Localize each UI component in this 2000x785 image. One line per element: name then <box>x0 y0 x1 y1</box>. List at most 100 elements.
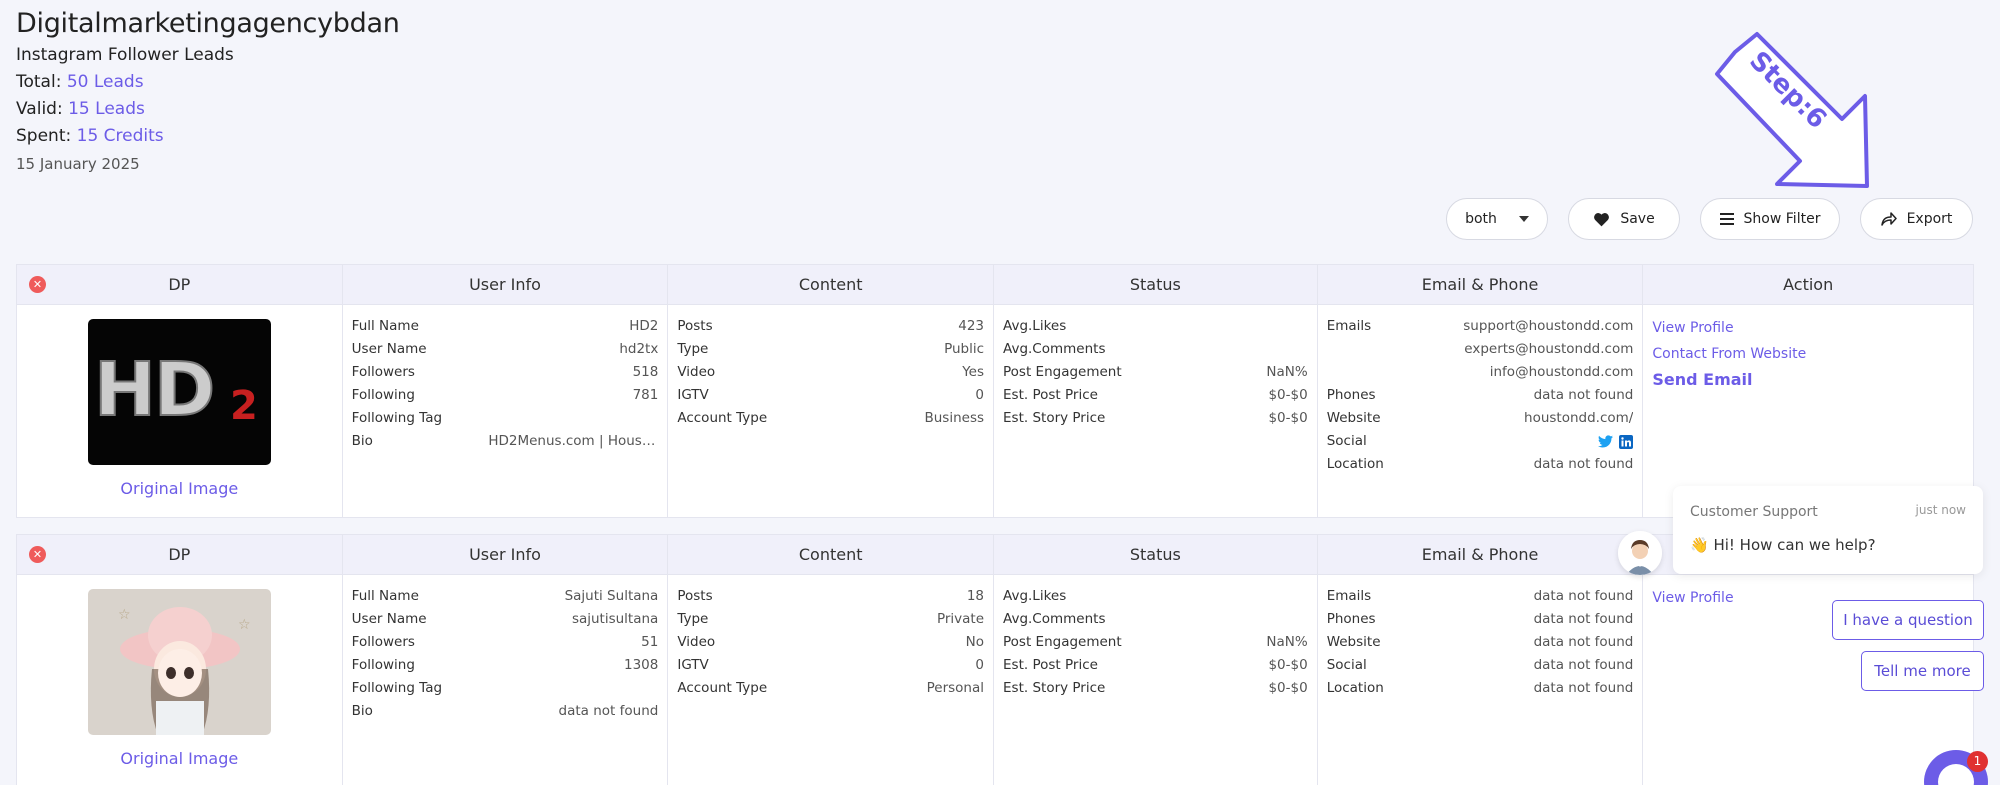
col-user-info: User Info <box>343 535 669 574</box>
leads-date: 15 January 2025 <box>16 155 140 173</box>
profile-picture: HD 2 <box>87 319 271 465</box>
col-dp-label: DP <box>168 545 191 564</box>
post-engagement-value: NaN% <box>1266 364 1308 380</box>
post-engagement-value: NaN% <box>1266 634 1308 650</box>
est-post-price-value: $0-$0 <box>1268 657 1308 673</box>
post-engagement-label: Post Engagement <box>1003 634 1122 650</box>
following-tag-label: Following Tag <box>351 410 443 426</box>
chat-agent-name: Customer Support <box>1690 504 1818 520</box>
avg-comments-label: Avg.Comments <box>1003 341 1106 357</box>
lead-card: ✕ DP User Info Content Status Email & Pho… <box>16 264 1974 518</box>
col-email-phone: Email & Phone <box>1318 265 1644 304</box>
phones-value: data not found <box>1533 611 1634 627</box>
twitter-icon[interactable] <box>1598 435 1614 448</box>
bio-label: Bio <box>351 433 373 449</box>
save-button[interactable]: Save <box>1568 198 1680 240</box>
remove-icon[interactable]: ✕ <box>29 276 46 293</box>
email-phone-cell: Emails support@houstondd.com experts@hous… <box>1318 305 1644 517</box>
following-tag-label: Following Tag <box>351 680 443 696</box>
emails-label: Emails <box>1326 588 1372 604</box>
followers-label: Followers <box>351 364 415 380</box>
social-links <box>1598 430 1634 453</box>
export-label: Export <box>1906 211 1953 227</box>
share-arrow-icon <box>1880 212 1897 226</box>
bio-value: data not found <box>558 703 659 719</box>
col-status: Status <box>994 535 1318 574</box>
send-email-link[interactable]: Send Email <box>1652 367 1964 393</box>
full-name-value: HD2 <box>629 318 659 334</box>
video-value: No <box>965 634 985 650</box>
user-name-label: User Name <box>351 611 427 627</box>
following-value: 781 <box>632 387 659 403</box>
igtv-value: 0 <box>975 387 985 403</box>
svg-text:☆: ☆ <box>118 607 131 623</box>
followers-value: 518 <box>632 364 659 380</box>
video-value: Yes <box>962 364 985 380</box>
full-name-value: Sajuti Sultana <box>564 588 659 604</box>
quick-reply-tell-more-button[interactable]: Tell me more <box>1861 651 1984 691</box>
show-filter-button[interactable]: Show Filter <box>1700 198 1840 240</box>
spent-value: 15 Credits <box>76 126 164 146</box>
step-annotation-arrow: Step:6 <box>1715 32 1869 188</box>
export-button[interactable]: Export <box>1860 198 1973 240</box>
valid-stat: Valid: 15 Leads <box>16 96 400 123</box>
contact-from-website-link[interactable]: Contact From Website <box>1652 341 1964 367</box>
col-dp: ✕ DP <box>17 265 343 304</box>
col-email-phone: Email & Phone <box>1318 535 1644 574</box>
est-story-price-label: Est. Story Price <box>1003 680 1106 696</box>
type-value: Public <box>944 341 985 357</box>
following-label: Following <box>351 387 415 403</box>
status-cell: Avg.Likes Avg.Comments Post Engagement Na… <box>994 575 1318 785</box>
quick-reply-question-button[interactable]: I have a question <box>1832 600 1984 640</box>
phones-label: Phones <box>1326 387 1376 403</box>
account-type-label: Account Type <box>677 410 768 426</box>
view-profile-link[interactable]: View Profile <box>1652 315 1964 341</box>
type-select[interactable]: both <box>1446 198 1548 240</box>
posts-value: 423 <box>958 318 985 334</box>
website-value: data not found <box>1533 634 1634 650</box>
avg-likes-label: Avg.Likes <box>1003 588 1067 604</box>
valid-value: 15 Leads <box>68 99 145 119</box>
emails-label: Emails <box>1326 318 1372 334</box>
phones-value: data not found <box>1533 387 1634 403</box>
content-cell: Posts 18 Type Private Video No IGTV 0 Accoun… <box>668 575 995 785</box>
col-dp: ✕ DP <box>17 535 343 574</box>
col-status: Status <box>994 265 1318 304</box>
bio-label: Bio <box>351 703 373 719</box>
remove-icon[interactable]: ✕ <box>29 546 46 563</box>
social-label: Social <box>1326 657 1367 673</box>
est-post-price-label: Est. Post Price <box>1003 657 1098 673</box>
page-title: Digitalmarketingagencybdan <box>16 8 400 39</box>
account-type-value: Personal <box>926 680 985 696</box>
email-phone-cell: Emails data not found Phones data not foun… <box>1318 575 1644 785</box>
linkedin-icon[interactable] <box>1619 434 1634 449</box>
content-cell: Posts 423 Type Public Video Yes IGTV 0 Accou… <box>668 305 995 517</box>
chat-message: 👋 Hi! How can we help? <box>1690 536 1876 554</box>
email-value: experts@houstondd.com <box>1464 341 1634 357</box>
igtv-label: IGTV <box>677 387 709 403</box>
chat-message-bubble[interactable]: Customer Support just now 👋 Hi! How can … <box>1673 486 1983 574</box>
original-image-link[interactable]: Original Image <box>120 479 238 498</box>
location-label: Location <box>1326 680 1384 696</box>
following-label: Following <box>351 657 415 673</box>
type-value: Private <box>936 611 985 627</box>
agent-avatar-icon <box>1618 531 1662 575</box>
video-label: Video <box>677 364 716 380</box>
page-subtitle: Instagram Follower Leads <box>16 45 234 65</box>
type-label: Type <box>677 341 709 357</box>
original-image-link[interactable]: Original Image <box>120 749 238 768</box>
caret-down-icon <box>1518 216 1529 222</box>
dp-cell: HD 2 Original Image <box>17 305 343 517</box>
video-label: Video <box>677 634 716 650</box>
est-story-price-value: $0-$0 <box>1268 680 1308 696</box>
spent-stat: Spent: 15 Credits <box>16 123 400 150</box>
following-value: 1308 <box>623 657 659 673</box>
col-dp-label: DP <box>168 275 191 294</box>
table-header: ✕ DP User Info Content Status Email & Pho… <box>17 265 1973 305</box>
cartoon-girl-image: ☆ ☆ <box>87 589 271 735</box>
col-content: Content <box>668 535 995 574</box>
website-label: Website <box>1326 410 1381 426</box>
est-post-price-value: $0-$0 <box>1268 387 1308 403</box>
total-label: Total: <box>16 72 62 92</box>
hd2-logo-image: HD 2 <box>87 319 271 465</box>
